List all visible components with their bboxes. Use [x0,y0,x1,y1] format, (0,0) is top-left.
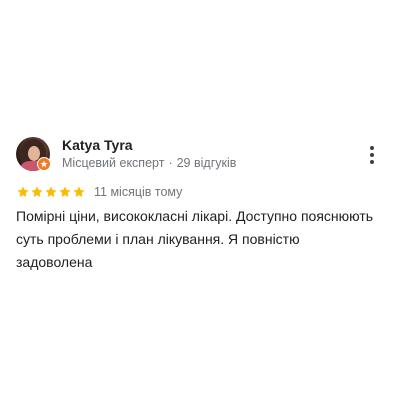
author-review-count: 29 відгуків [176,156,237,170]
local-guide-badge-icon [37,157,51,171]
review-card: Katya Tyra Місцевий експерт · 29 відгуків … [0,0,400,400]
rating-row: 11 місяців тому [16,184,182,200]
star-icon [73,186,85,198]
review-text: Помірні ціни, висококласні лікарі. Досту… [16,208,374,270]
star-icon [17,186,29,198]
review-time: 11 місяців тому [94,185,183,199]
star-rating [16,185,86,199]
star-icon [45,186,57,198]
author-name[interactable]: Katya Tyra [62,137,133,153]
more-vert-icon [370,146,374,150]
star-icon [31,186,43,198]
meta-separator: · [168,156,173,170]
more-options-button[interactable] [362,143,382,167]
author-badge-label: Місцевий експерт [62,156,165,170]
star-icon [40,160,48,168]
star-icon [59,186,71,198]
more-vert-icon-dot [370,160,374,164]
more-vert-icon-dot [370,153,374,157]
author-meta: Місцевий експерт · 29 відгуків [62,156,236,170]
